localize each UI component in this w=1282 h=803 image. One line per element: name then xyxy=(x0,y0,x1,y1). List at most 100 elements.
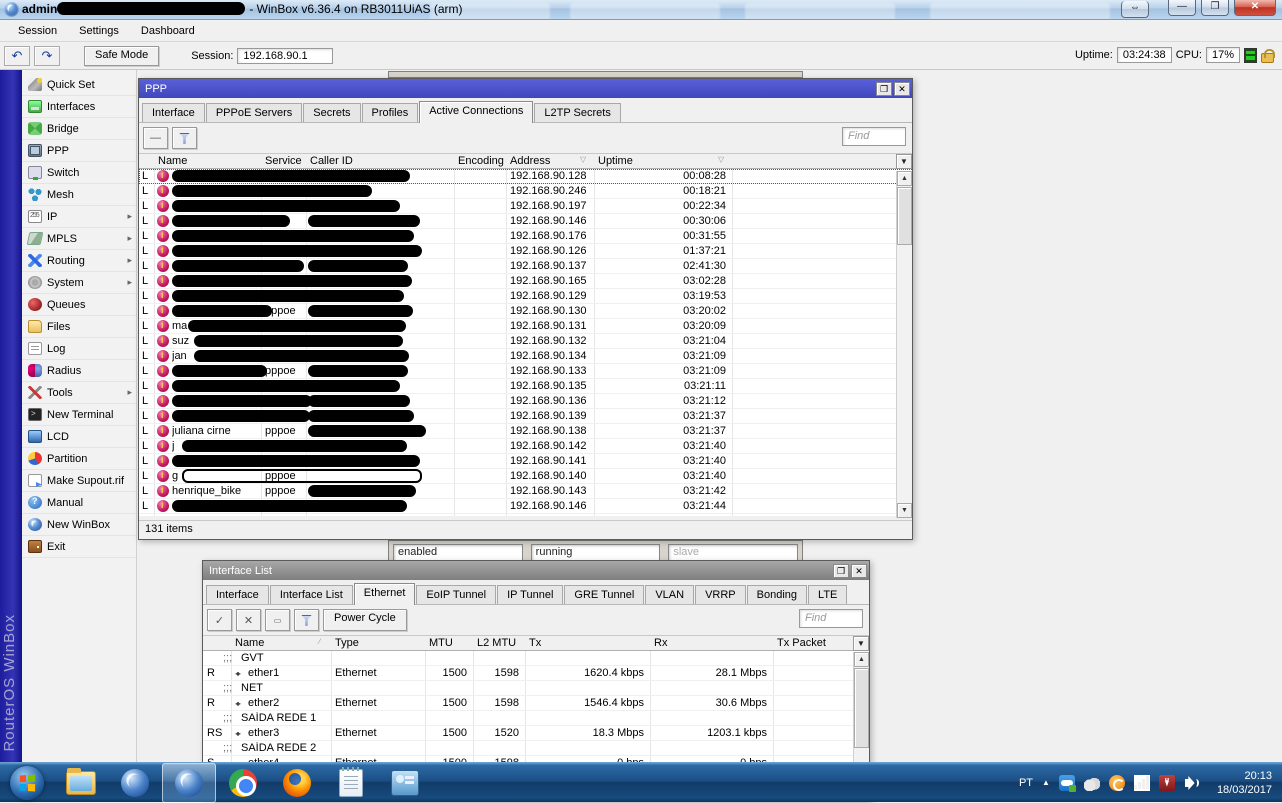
column-header-rx[interactable]: Rx xyxy=(654,637,667,649)
ppp-connection-row[interactable]: Lma192.168.90.13103:20:09 xyxy=(139,319,912,334)
cloud-tray-icon[interactable] xyxy=(1083,774,1100,791)
close-button[interactable]: ✕ xyxy=(1234,0,1276,16)
sidebar-item-ip[interactable]: IP ▸ xyxy=(22,206,136,228)
language-indicator[interactable]: PT xyxy=(1019,777,1033,789)
ppp-tab-pppoe-servers[interactable]: PPPoE Servers xyxy=(205,103,303,122)
ppp-connection-row[interactable]: L 192.168.90.136 03:21:12 xyxy=(139,394,912,409)
taskbar-explorer-button[interactable] xyxy=(54,763,108,803)
taskbar-remote-viewer-button[interactable] xyxy=(378,763,432,803)
sidebar-item-queues[interactable]: Queues xyxy=(22,294,136,316)
sidebar-item-tools[interactable]: Tools ▸ xyxy=(22,382,136,404)
volume-tray-icon[interactable] xyxy=(1184,775,1200,791)
remove-connection-button[interactable]: — xyxy=(143,127,168,149)
sort-indicator-icon[interactable]: ∕ xyxy=(319,637,320,646)
ppp-maximize-button[interactable]: ❐ xyxy=(876,81,892,96)
interface-row[interactable]: R ◂▸ ether1 Ethernet 1500 1598 1620.4 kbps 28.1… xyxy=(203,666,869,681)
sidebar-item-new-terminal[interactable]: New Terminal xyxy=(22,404,136,426)
sidebar-item-switch[interactable]: Switch xyxy=(22,162,136,184)
ppp-tab-active-connections[interactable]: Active Connections xyxy=(419,101,534,123)
comodo-tray-icon[interactable] xyxy=(1108,774,1125,791)
taskbar-winbox-button[interactable] xyxy=(108,763,162,803)
iflist-tab-lte[interactable]: LTE xyxy=(808,585,848,604)
taskbar-clock[interactable]: 20:13 18/03/2017 xyxy=(1209,769,1272,797)
iflist-tab-interface-list[interactable]: Interface List xyxy=(269,585,353,604)
scroll-thumb[interactable] xyxy=(897,187,912,245)
iflist-tab-interface[interactable]: Interface xyxy=(206,585,269,604)
iflist-maximize-button[interactable]: ❐ xyxy=(833,563,849,578)
iflist-tab-ip-tunnel[interactable]: IP Tunnel xyxy=(497,585,564,604)
interface-row[interactable]: R ◂▸ ether2 Ethernet 1500 1598 1546.4 kbps 30.6… xyxy=(203,696,869,711)
ppp-connection-row[interactable]: L 192.168.90.197 00:22:34 xyxy=(139,199,912,214)
sidebar-item-partition[interactable]: Partition xyxy=(22,448,136,470)
enable-button[interactable]: ✓ xyxy=(207,609,232,631)
ppp-connection-row[interactable]: L 192.168.90.135 03:21:11 xyxy=(139,379,912,394)
hidden-icons-arrow-icon[interactable]: ▲ xyxy=(1042,778,1050,787)
column-header-type[interactable]: Type xyxy=(335,637,359,649)
ppp-connection-row[interactable]: L 192.168.90.146 03:21:44 xyxy=(139,499,912,514)
sort-indicator-icon[interactable]: ▽ xyxy=(580,155,586,164)
iflist-tab-ethernet[interactable]: Ethernet xyxy=(353,583,416,605)
column-header-name[interactable]: Name xyxy=(158,155,187,167)
sidebar-item-interfaces[interactable]: Interfaces xyxy=(22,96,136,118)
sidebar-item-system[interactable]: System ▸ xyxy=(22,272,136,294)
menu-dashboard[interactable]: Dashboard xyxy=(131,23,205,39)
ppp-tab-secrets[interactable]: Secrets xyxy=(303,103,361,122)
interface-list-titlebar[interactable]: Interface List ❐ ✕ xyxy=(203,561,869,580)
taskbar-chrome-button[interactable] xyxy=(216,763,270,803)
column-header-name[interactable]: Name xyxy=(235,637,264,649)
ppp-find-input[interactable]: Find xyxy=(842,127,906,146)
scroll-up-button[interactable]: ▲ xyxy=(854,652,869,667)
power-cycle-button[interactable]: Power Cycle xyxy=(323,609,407,631)
column-header-tx[interactable]: Tx xyxy=(529,637,541,649)
menu-settings[interactable]: Settings xyxy=(69,23,129,39)
ppp-tab-l2tp-secrets[interactable]: L2TP Secrets xyxy=(534,103,621,122)
ppp-vertical-scrollbar[interactable]: ▲ ▼ xyxy=(896,171,912,518)
ppp-connection-row[interactable]: L 192.168.90.146 00:30:06 xyxy=(139,214,912,229)
interface-row[interactable]: RS ◂▸ ether3 Ethernet 1500 1520 18.3 Mbps 1203.… xyxy=(203,726,869,741)
ppp-connection-row[interactable]: L 192.168.90.139 03:21:37 xyxy=(139,409,912,424)
filter-button[interactable] xyxy=(172,127,197,149)
power-plug-tray-icon[interactable] xyxy=(1158,774,1175,791)
sidebar-item-lcd[interactable]: LCD xyxy=(22,426,136,448)
sidebar-item-log[interactable]: Log xyxy=(22,338,136,360)
ppp-connection-row[interactable]: L 192.168.90.129 03:19:53 xyxy=(139,289,912,304)
taskbar-winbox-active-button[interactable] xyxy=(162,762,216,803)
ppp-tab-profiles[interactable]: Profiles xyxy=(361,103,419,122)
ppp-connection-row[interactable]: Ljuliana cirne pppoe 192.168.90.138 03:21:3… xyxy=(139,424,912,439)
session-value-box[interactable]: 192.168.90.1 xyxy=(237,48,334,64)
minimize-button[interactable]: — xyxy=(1168,0,1196,16)
column-header-mtu[interactable]: MTU xyxy=(429,637,453,649)
column-header-tx-packet[interactable]: Tx Packet xyxy=(777,637,826,649)
ppp-tab-interface[interactable]: Interface xyxy=(142,103,205,122)
ppp-connection-row[interactable]: L 192.168.90.176 00:31:55 xyxy=(139,229,912,244)
safe-mode-button[interactable]: Safe Mode xyxy=(84,46,160,66)
ppp-connection-row[interactable]: L 192.168.90.126 01:37:21 xyxy=(139,244,912,259)
redo-button[interactable]: ↷ xyxy=(34,46,60,66)
sidebar-item-bridge[interactable]: Bridge xyxy=(22,118,136,140)
ppp-connection-row[interactable]: Lj192.168.90.14203:21:40 xyxy=(139,439,912,454)
comment-button[interactable]: ▭ xyxy=(265,609,290,631)
column-menu-button[interactable]: ▼ xyxy=(896,154,912,169)
column-header-encoding[interactable]: Encoding xyxy=(458,155,504,167)
ppp-connection-row[interactable]: Lsuz192.168.90.13203:21:04 xyxy=(139,334,912,349)
sidebar-item-routing[interactable]: Routing ▸ xyxy=(22,250,136,272)
ppp-connection-row[interactable]: Ljan192.168.90.13403:21:09 xyxy=(139,349,912,364)
ppp-connection-row[interactable]: L 192.168.90.141 03:21:40 xyxy=(139,454,912,469)
disable-button[interactable]: ✕ xyxy=(236,609,261,631)
sidebar-item-files[interactable]: Files xyxy=(22,316,136,338)
menu-session[interactable]: Session xyxy=(8,23,67,39)
column-header-uptime[interactable]: Uptime xyxy=(598,155,633,167)
scroll-thumb[interactable] xyxy=(854,668,869,748)
iflist-tab-bonding[interactable]: Bonding xyxy=(746,585,808,604)
iflist-tab-vlan[interactable]: VLAN xyxy=(645,585,695,604)
sidebar-item-mesh[interactable]: Mesh xyxy=(22,184,136,206)
filter-button[interactable] xyxy=(294,609,319,631)
ppp-connection-row[interactable]: Lhenrique_bike pppoe 192.168.90.143 03:21:4… xyxy=(139,484,912,499)
scroll-up-button[interactable]: ▲ xyxy=(897,171,912,186)
iflist-find-input[interactable]: Find xyxy=(799,609,863,628)
ppp-connection-row[interactable]: Lpppoe 192.168.90.133 03:21:09 xyxy=(139,364,912,379)
sidebar-item-ppp[interactable]: PPP xyxy=(22,140,136,162)
column-header-l2-mtu[interactable]: L2 MTU xyxy=(477,637,516,649)
ppp-connection-row[interactable]: L 192.168.90.128 00:08:28 xyxy=(139,169,912,184)
iflist-tab-gre-tunnel[interactable]: GRE Tunnel xyxy=(564,585,645,604)
